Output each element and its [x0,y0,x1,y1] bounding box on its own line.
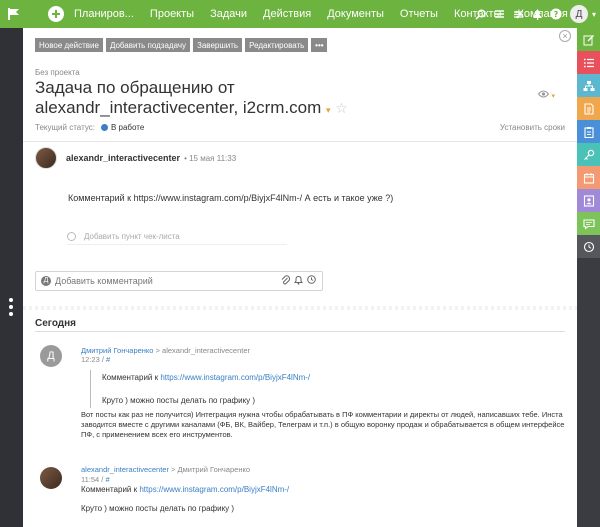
task-toolbar: Новое действие Добавить подзадачу Заверш… [35,38,328,52]
comment-permalink[interactable]: # [106,355,110,364]
section-heading: Сегодня [35,318,77,329]
comment-placeholder: Добавить комментарий [55,276,153,286]
nav-planner[interactable]: Планиров... [72,8,142,20]
user-avatar[interactable]: Д [569,5,588,23]
flag-logo-icon[interactable] [0,0,28,28]
link-prefix: Комментарий к [81,485,138,494]
comment-text: Круто ) можно посты делать по графику ) [81,504,235,513]
star-icon[interactable]: ☆ [335,100,348,116]
eye-icon [537,90,552,101]
avatar [35,147,57,169]
right-sidebar [577,28,600,527]
author-name[interactable]: alexandr_interactivecenter [66,153,180,163]
comment-header: Дмитрий Гончаренко > alexandr_interactiv… [81,346,250,355]
edit-button[interactable]: Редактировать [245,38,309,52]
comment-time-row: 12:23 / # [81,355,111,364]
bell-icon[interactable] [294,275,303,287]
comment-recipient: > alexandr_interactivecenter [155,346,250,355]
chevron-down-icon: ▾ [551,93,555,100]
complete-button[interactable]: Завершить [193,38,243,52]
document-icon[interactable] [577,97,600,120]
help-icon[interactable]: ? [547,0,566,28]
instagram-link[interactable]: https://www.instagram.com/p/BiyjxF4lNm-/ [139,485,289,494]
nav-actions[interactable]: Действия [255,8,319,20]
nav-reports[interactable]: Отчеты [392,8,446,20]
nav-projects[interactable]: Проекты [142,8,202,20]
comment-input[interactable]: Д Добавить комментарий [35,271,323,291]
page-title: Задача по обращению от alexandr_interact… [35,78,415,120]
contacts-icon[interactable] [577,189,600,212]
settings-icon[interactable] [509,0,528,28]
org-chart-icon[interactable] [577,74,600,97]
quote-first-line: Комментарий к https://www.instagram.com/… [102,370,340,385]
new-action-button[interactable]: Новое действие [35,38,103,52]
comment-recipient: > Дмитрий Гончаренко [171,465,250,474]
task-description: Комментарий к https://www.instagram.com/… [68,193,394,203]
task-date: • 15 мая 11:33 [184,153,237,163]
calendar-icon[interactable] [577,166,600,189]
comment-header: alexandr_interactivecenter > Дмитрий Гон… [81,465,250,474]
divider [35,331,565,332]
top-navigation-bar: Планиров... Проекты Задачи Действия Доку… [0,0,600,28]
quote-text: Круто ) можно посты делать по графику ) [102,396,256,405]
nav-tasks[interactable]: Задачи [202,8,255,20]
watch-toggle[interactable]: ▾ [537,90,555,101]
task-author: alexandr_interactivecenter • 15 мая 11:3… [35,147,236,169]
section-divider [23,306,577,310]
more-button[interactable]: ••• [311,38,328,52]
comment-time: 11:54 [81,475,100,484]
checkbox-circle-icon [67,232,76,241]
comment-permalink[interactable]: # [105,475,109,484]
menu-icon[interactable] [490,0,509,28]
list-icon[interactable] [577,51,600,74]
project-label[interactable]: Без проекта [35,68,80,77]
status-value[interactable]: В работе [111,123,144,132]
add-checklist-item[interactable]: Добавить пункт чек-листа [67,232,180,241]
add-subtask-button[interactable]: Добавить подзадачу [105,38,191,52]
user-letter-icon: Д [41,276,51,286]
top-icons: ? Д ▾ [471,0,600,28]
history-icon[interactable] [577,235,600,258]
comment-text: Вот посты как раз не получится) Интеграц… [81,410,565,439]
quoted-comment: Комментарий к https://www.instagram.com/… [90,370,340,408]
chevron-down-icon[interactable]: ▾ [592,10,596,19]
comment-link-line: Комментарий к https://www.instagram.com/… [81,485,289,494]
paperclip-icon[interactable] [281,275,291,287]
comment-time: 12:23 [81,355,100,364]
key-icon[interactable] [577,143,600,166]
more-vertical-icon[interactable] [9,298,14,319]
status-row: Текущий статус: В работе [35,123,144,132]
task-card: × Новое действие Добавить подзадачу Заве… [23,28,577,527]
clock-icon[interactable] [307,275,316,287]
nav-documents[interactable]: Документы [319,8,392,20]
checklist-placeholder: Добавить пункт чек-листа [84,232,180,241]
status-label: Текущий статус: [35,123,95,132]
add-icon[interactable] [48,6,64,22]
comment-time-row: 11:54 / # [81,475,110,484]
comment-author[interactable]: alexandr_interactivecenter [81,465,169,474]
avatar: Д [40,345,62,367]
search-icon[interactable] [471,0,490,28]
divider [67,244,287,245]
set-deadline-link[interactable]: Установить сроки [500,123,565,132]
avatar [40,467,62,489]
chat-icon[interactable] [577,212,600,235]
task-title: Задача по обращению от alexandr_interact… [35,78,322,117]
chevron-down-icon[interactable]: ▾ [326,105,331,115]
comment-tools [281,275,316,287]
edit-icon[interactable] [577,28,600,51]
divider [23,141,577,142]
close-icon[interactable]: × [559,30,571,42]
clipboard-icon[interactable] [577,120,600,143]
svg-text:?: ? [554,10,559,19]
comment-author[interactable]: Дмитрий Гончаренко [81,346,153,355]
left-panel [0,28,23,527]
tree-icon[interactable] [528,0,547,28]
status-dot-icon [100,124,108,131]
quote-prefix: Комментарий к [102,373,159,382]
instagram-link[interactable]: https://www.instagram.com/p/BiyjxF4lNm-/ [160,373,310,382]
